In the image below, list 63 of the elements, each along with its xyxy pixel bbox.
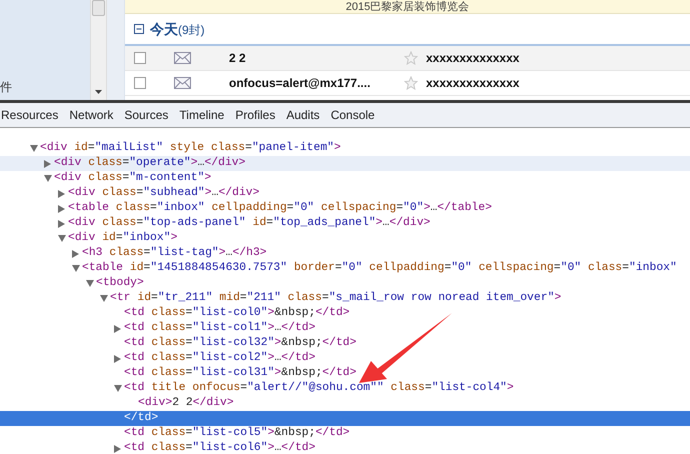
star-icon[interactable] — [404, 51, 418, 65]
code-line: <td class="list-col2">…</td> — [124, 351, 316, 366]
code-line: </td> — [124, 411, 158, 426]
triangle-right-icon[interactable] — [114, 354, 121, 362]
code-line: <div class="m-content"> — [54, 171, 212, 186]
code-line: <div id="inbox"> — [68, 231, 178, 246]
code-line: <td class="list-col0">&nbsp;</td> — [124, 306, 350, 321]
code-line: <div id="mailList" style class="panel-item"> — [40, 141, 341, 156]
code-line: <div class="top-ads-panel" id="top_ads_panel">…</div> — [68, 216, 430, 231]
caret-down-icon[interactable] — [95, 90, 102, 94]
code-line: <td class="list-col6">…</td> — [124, 441, 316, 454]
code-line: <td class="list-col31">&nbsp;</td> — [124, 366, 356, 381]
code-line: <tr id="tr_211" mid="211" class="s_mail_row row noread item_over"> — [110, 291, 562, 306]
triangle-down-icon[interactable] — [30, 145, 38, 152]
devtools-tab[interactable]: Profiles — [235, 106, 276, 124]
scrollbar[interactable] — [90, 0, 107, 100]
mail-sender: xxxxxxxxxxxxxx — [426, 50, 520, 67]
envelope-icon — [174, 52, 191, 64]
triangle-right-icon[interactable] — [114, 444, 121, 452]
code-line: <table class="inbox" cellpadding="0" cellspacing="0">…</table> — [68, 201, 492, 216]
triangle-right-icon[interactable] — [44, 160, 51, 168]
minus-box-icon[interactable] — [134, 24, 144, 34]
checkbox[interactable] — [134, 77, 146, 89]
code-line: <td title onfocus="alert//"@sohu.com"" class="list-col4"> — [124, 381, 514, 396]
checkbox[interactable] — [134, 52, 146, 64]
code-line: <td class="list-col32">&nbsp;</td> — [124, 336, 356, 351]
code-line: <h3 class="list-tag">…</h3> — [82, 246, 267, 261]
mail-subject: onfocus=alert@mx177.... — [229, 75, 372, 92]
devtools-tab[interactable]: Network — [69, 106, 114, 124]
devtools-tab[interactable]: Timeline — [179, 106, 224, 124]
triangle-right-icon[interactable] — [58, 204, 65, 212]
triangle-right-icon[interactable] — [58, 190, 65, 198]
devtools-tab[interactable]: Audits — [286, 106, 320, 124]
mail-row[interactable]: 2 2 xxxxxxxxxxxxxx — [125, 46, 690, 71]
devtools-tab[interactable]: Console — [330, 106, 375, 124]
triangle-down-icon[interactable] — [86, 280, 94, 287]
code-line: <div class="operate">…</div> — [54, 156, 246, 171]
envelope-icon — [174, 77, 191, 89]
star-icon[interactable] — [404, 76, 418, 90]
triangle-down-icon[interactable] — [72, 265, 80, 272]
code-line: <div class="subhead">…</div> — [68, 186, 260, 201]
banner-text: 2015巴黎家居装饰博览会 — [346, 2, 470, 13]
code-line: <tbody> — [96, 276, 144, 291]
dom-node-row[interactable]: </td> — [0, 411, 690, 426]
code-line: <td class="list-col1">…</td> — [124, 321, 316, 336]
scrollbar-thumb[interactable] — [92, 0, 105, 16]
group-title: 今天(9封) — [150, 20, 205, 38]
code-line: <div>2 2</div> — [138, 396, 234, 411]
triangle-down-icon[interactable] — [58, 235, 66, 242]
code-line: <td class="list-col5">&nbsp;</td> — [124, 426, 350, 441]
triangle-right-icon[interactable] — [114, 324, 121, 332]
triangle-right-icon[interactable] — [72, 250, 79, 258]
dom-node-row[interactable]: <div class="operate">…</div> — [0, 156, 690, 171]
mail-sender: xxxxxxxxxxxxxx — [426, 75, 520, 92]
devtools-tab[interactable]: Resources — [1, 106, 58, 124]
triangle-down-icon[interactable] — [114, 385, 122, 392]
devtools-tab[interactable]: Sources — [124, 106, 168, 124]
mail-subject: 2 2 — [229, 50, 247, 67]
triangle-right-icon[interactable] — [58, 220, 65, 228]
code-line: <table id="1451884854630.7573" border="0" cellpadding="0" cellspacing="0" class="inbox" — [82, 261, 677, 276]
sidebar-label: 件 — [0, 80, 12, 94]
triangle-down-icon[interactable] — [44, 175, 52, 182]
triangle-down-icon[interactable] — [100, 295, 108, 302]
